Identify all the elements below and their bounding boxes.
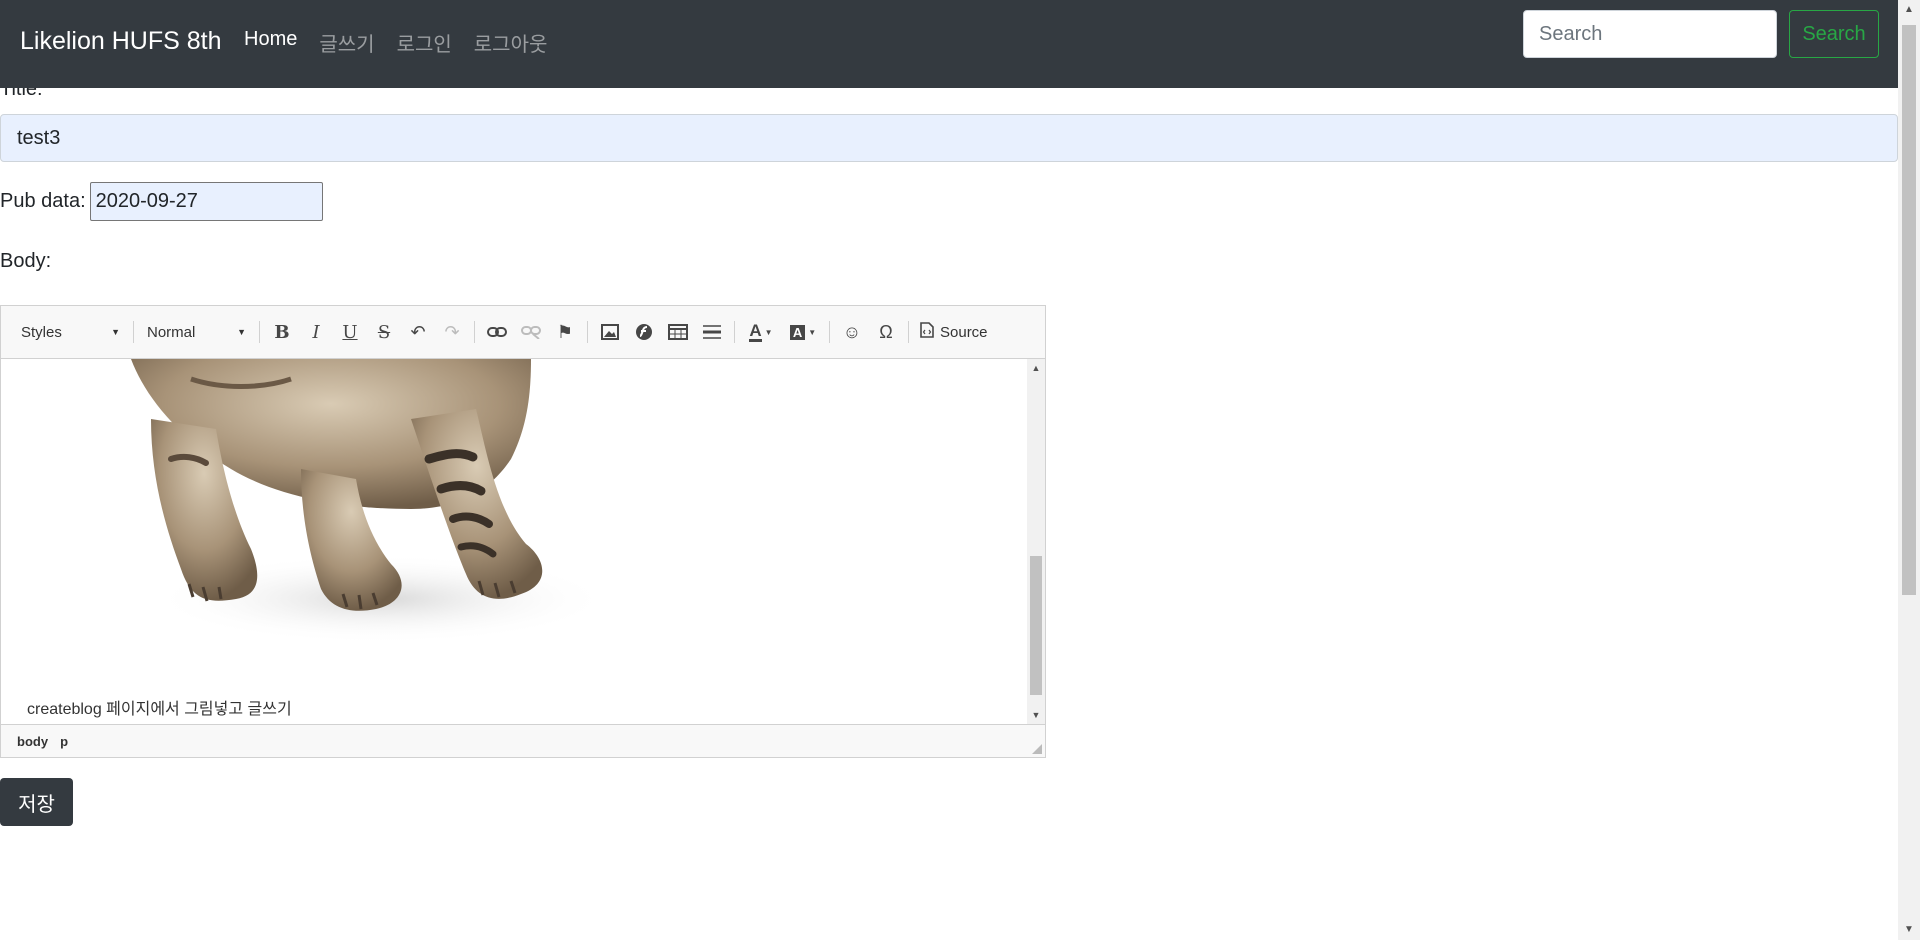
anchor-icon[interactable]: ⚑ (548, 316, 582, 348)
editor-toolbar: Styles ▼ Normal ▼ B I U S ↶ ↷ ⚑ A ▼ A ▼ … (1, 306, 1045, 359)
smiley-icon[interactable]: ☺ (835, 316, 869, 348)
format-combo[interactable]: Normal ▼ (139, 317, 254, 347)
pub-date-row: Pub data: 2020-09-27 (0, 181, 323, 221)
page-scrollbar-thumb[interactable] (1902, 25, 1916, 595)
underline-icon[interactable]: U (333, 316, 367, 348)
scroll-down-arrow-icon[interactable]: ▼ (1898, 920, 1920, 940)
editor-content-area[interactable]: createblog 페이지에서 그림넣고 글쓰기 ▲ ▼ (1, 359, 1045, 724)
source-button[interactable]: Source (914, 316, 994, 348)
scroll-down-arrow-icon[interactable]: ▼ (1027, 706, 1045, 724)
editor-scrollbar-thumb[interactable] (1030, 556, 1042, 695)
element-path-body[interactable]: body (11, 734, 54, 749)
nav-link-login[interactable]: 로그인 (397, 28, 452, 57)
page-content: Title: test3 Pub data: 2020-09-27 Body: … (0, 0, 1898, 940)
toolbar-separator (133, 321, 134, 343)
strikethrough-icon[interactable]: S (367, 316, 401, 348)
unlink-icon[interactable] (514, 316, 548, 348)
title-input[interactable]: test3 (0, 114, 1898, 162)
top-navbar: Likelion HUFS 8th Home 글쓰기 로그인 로그아웃 Sear… (0, 0, 1898, 88)
search-button[interactable]: Search (1789, 10, 1879, 58)
page-scrollbar[interactable]: ▲ ▼ (1898, 0, 1920, 940)
element-path-p[interactable]: p (54, 734, 74, 749)
rich-text-editor: Styles ▼ Normal ▼ B I U S ↶ ↷ ⚑ A ▼ A ▼ … (0, 305, 1046, 758)
special-char-icon[interactable]: Ω (869, 316, 903, 348)
pub-date-input[interactable]: 2020-09-27 (89, 181, 323, 221)
text-color-icon[interactable]: A ▼ (740, 316, 782, 348)
resize-handle-icon[interactable] (1032, 744, 1042, 754)
format-combo-label: Normal (147, 323, 196, 341)
source-label: Source (940, 323, 988, 341)
source-icon (920, 322, 934, 342)
scroll-up-arrow-icon[interactable]: ▲ (1898, 0, 1920, 20)
image-icon[interactable] (593, 316, 627, 348)
body-label: Body: (0, 250, 52, 272)
toolbar-separator (829, 321, 830, 343)
styles-combo-label: Styles (21, 323, 62, 341)
italic-icon[interactable]: I (299, 316, 333, 348)
nav-link-home[interactable]: Home (244, 28, 297, 57)
editor-scrollbar[interactable]: ▲ ▼ (1027, 359, 1045, 724)
brand-link[interactable]: Likelion HUFS 8th (20, 27, 221, 56)
kitten-image (131, 359, 611, 644)
chevron-down-icon: ▼ (237, 327, 246, 337)
search-input[interactable]: Search (1523, 10, 1777, 58)
flash-icon[interactable] (627, 316, 661, 348)
toolbar-separator (734, 321, 735, 343)
scroll-up-arrow-icon[interactable]: ▲ (1027, 359, 1045, 377)
editor-caption-text: createblog 페이지에서 그림넣고 글쓰기 (27, 701, 292, 718)
toolbar-separator (259, 321, 260, 343)
toolbar-separator (587, 321, 588, 343)
chevron-down-icon: ▼ (111, 327, 120, 337)
redo-icon[interactable]: ↷ (435, 316, 469, 348)
bold-icon[interactable]: B (265, 316, 299, 348)
save-button[interactable]: 저장 (0, 778, 73, 826)
nav-link-write[interactable]: 글쓰기 (319, 28, 374, 57)
nav-link-logout[interactable]: 로그아웃 (474, 28, 548, 57)
link-icon[interactable] (480, 316, 514, 348)
table-icon[interactable] (661, 316, 695, 348)
toolbar-separator (908, 321, 909, 343)
undo-icon[interactable]: ↶ (401, 316, 435, 348)
background-color-icon[interactable]: A ▼ (782, 316, 824, 348)
toolbar-separator (474, 321, 475, 343)
styles-combo[interactable]: Styles ▼ (13, 317, 128, 347)
pub-date-label: Pub data: (0, 189, 86, 212)
editor-statusbar: body p (1, 724, 1045, 757)
nav-links: Home 글쓰기 로그인 로그아웃 (244, 28, 569, 57)
horizontal-line-icon[interactable] (695, 316, 729, 348)
